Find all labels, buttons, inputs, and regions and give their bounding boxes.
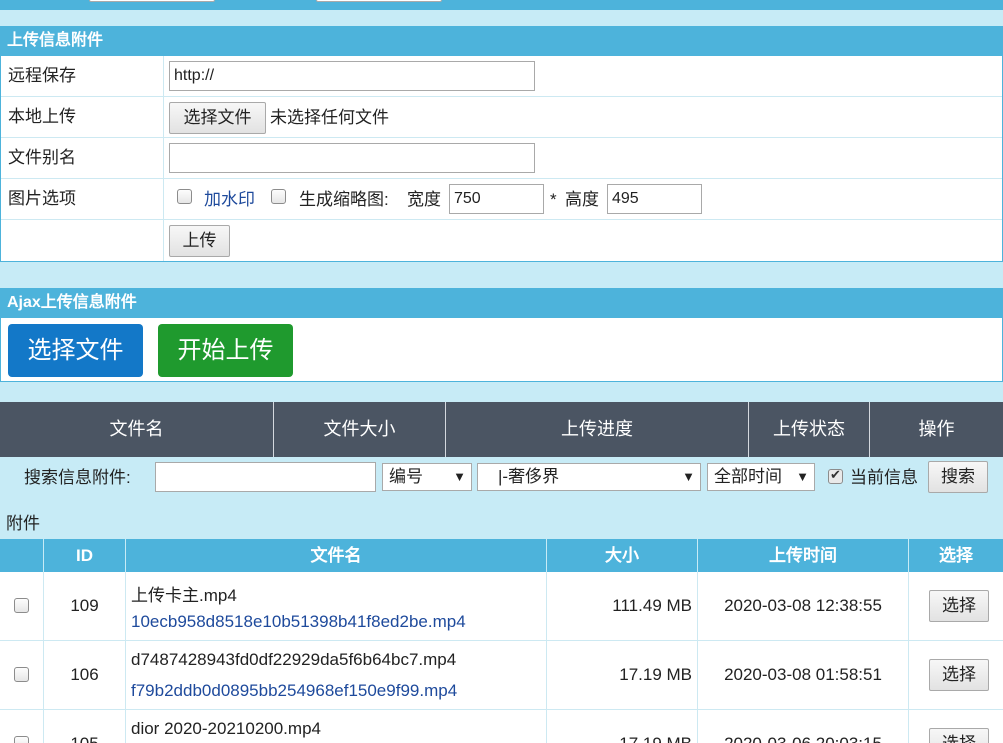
search-field-select[interactable]: 编号 ▼	[382, 463, 472, 491]
search-time-value: 全部时间	[714, 467, 782, 486]
upload-queue-header: 文件名 文件大小 上传进度 上传状态 操作	[0, 402, 1003, 457]
no-file-chosen-text: 未选择任何文件	[270, 108, 389, 127]
image-options-row: 图片选项 加水印 生成缩略图: 宽度 750 * 高度 495	[1, 179, 1002, 220]
chevron-down-icon: ▼	[796, 469, 809, 484]
width-input[interactable]: 750	[449, 184, 544, 214]
choose-file-button[interactable]: 选择文件	[169, 102, 266, 134]
top-input-partial-2[interactable]	[316, 0, 442, 2]
search-time-select[interactable]: 全部时间 ▼	[707, 463, 815, 491]
top-input-partial[interactable]	[89, 0, 215, 2]
attachment-search-bar: 搜索信息附件: 编号 ▼ |-奢侈界 ▼ 全部时间 ▼ 当前信息 搜索	[0, 458, 1003, 498]
queue-col-filename: 文件名	[0, 402, 274, 457]
row-size: 17.19 MB	[547, 641, 698, 709]
file-alias-input[interactable]	[169, 143, 535, 173]
current-info-checkbox[interactable]	[828, 467, 843, 484]
row-upload-time: 2020-03-06 20:03:15	[698, 710, 909, 743]
upload-section-title: 上传信息附件	[0, 26, 1003, 56]
col-size: 大小	[547, 539, 698, 572]
table-row: 109 上传卡主.mp4 10ecb958d8518e10b51398b41f8…	[0, 572, 1003, 641]
ajax-start-upload-button[interactable]: 开始上传	[158, 324, 293, 377]
watermark-label[interactable]: 加水印	[204, 190, 255, 210]
row-select-button[interactable]: 选择	[929, 659, 989, 691]
col-id: ID	[44, 539, 126, 572]
current-info-label: 当前信息	[850, 468, 918, 487]
upload-row-label-empty	[1, 220, 164, 261]
local-upload-row: 本地上传 选择文件 未选择任何文件	[1, 97, 1002, 138]
row-original-name: dior 2020-20210200.mp4	[131, 719, 321, 738]
row-upload-time: 2020-03-08 01:58:51	[698, 641, 909, 709]
row-id: 106	[44, 641, 126, 709]
height-label: 高度	[565, 190, 599, 209]
upload-form: 远程保存 http:// 本地上传 选择文件 未选择任何文件 文件别名 图片选项…	[0, 56, 1003, 262]
file-alias-label: 文件别名	[1, 138, 164, 178]
queue-col-status: 上传状态	[749, 402, 870, 457]
local-upload-label: 本地上传	[1, 97, 164, 137]
search-category-value: |-奢侈界	[498, 467, 560, 486]
chevron-down-icon: ▼	[453, 469, 466, 484]
search-field-value: 编号	[389, 467, 423, 486]
col-checkbox	[0, 539, 44, 572]
remote-save-label: 远程保存	[1, 56, 164, 96]
ajax-section-title: Ajax上传信息附件	[0, 288, 1003, 318]
queue-col-action: 操作	[918, 419, 955, 439]
image-options-label: 图片选项	[1, 179, 164, 219]
times-sign: *	[550, 190, 557, 209]
ajax-upload-box: 选择文件 开始上传	[0, 318, 1003, 382]
row-original-name: 上传卡主.mp4	[131, 586, 237, 605]
attachments-label: 附件	[6, 514, 40, 533]
row-select-button[interactable]: 选择	[929, 590, 989, 622]
width-label: 宽度	[407, 190, 441, 209]
queue-col-progress: 上传进度	[446, 402, 749, 457]
row-id: 105	[44, 710, 126, 743]
attachments-table-header: ID 文件名 大小 上传时间 选择	[0, 539, 1003, 572]
file-alias-row: 文件别名	[1, 138, 1002, 179]
row-checkbox[interactable]	[14, 667, 29, 682]
search-keyword-input[interactable]	[155, 462, 376, 492]
row-size: 111.49 MB	[547, 572, 698, 640]
search-button[interactable]: 搜索	[928, 461, 988, 493]
row-id: 109	[44, 572, 126, 640]
col-upload-time: 上传时间	[698, 539, 909, 572]
ajax-choose-file-button[interactable]: 选择文件	[8, 324, 143, 377]
top-toolbar-strip	[0, 0, 1003, 10]
thumbnail-checkbox[interactable]	[271, 189, 286, 204]
table-row: 105 dior 2020-20210200.mp4 17.19 MB 2020…	[0, 710, 1003, 743]
table-row: 106 d7487428943fd0df22929da5f6b64bc7.mp4…	[0, 641, 1003, 710]
queue-col-size: 文件大小	[274, 402, 446, 457]
row-checkbox[interactable]	[14, 736, 29, 743]
row-original-name: d7487428943fd0df22929da5f6b64bc7.mp4	[131, 650, 457, 669]
watermark-checkbox[interactable]	[177, 189, 192, 204]
row-stored-name-link[interactable]: f79b2ddb0d0895bb254968ef150e9f99.mp4	[131, 681, 457, 701]
row-stored-name-link[interactable]: 10ecb958d8518e10b51398b41f8ed2be.mp4	[131, 612, 466, 632]
upload-button[interactable]: 上传	[169, 225, 230, 257]
row-size: 17.19 MB	[547, 710, 698, 743]
search-label: 搜索信息附件:	[24, 468, 131, 487]
col-filename: 文件名	[126, 539, 547, 572]
col-select: 选择	[939, 546, 973, 565]
remote-url-input[interactable]: http://	[169, 61, 535, 91]
row-select-button[interactable]: 选择	[929, 728, 989, 743]
row-checkbox[interactable]	[14, 598, 29, 613]
chevron-down-icon: ▼	[682, 469, 695, 484]
row-upload-time: 2020-03-08 12:38:55	[698, 572, 909, 640]
upload-button-row: 上传	[1, 220, 1002, 261]
remote-save-row: 远程保存 http://	[1, 56, 1002, 97]
thumbnail-label: 生成缩略图:	[299, 190, 389, 209]
search-category-select[interactable]: |-奢侈界 ▼	[477, 463, 701, 491]
height-input[interactable]: 495	[607, 184, 702, 214]
